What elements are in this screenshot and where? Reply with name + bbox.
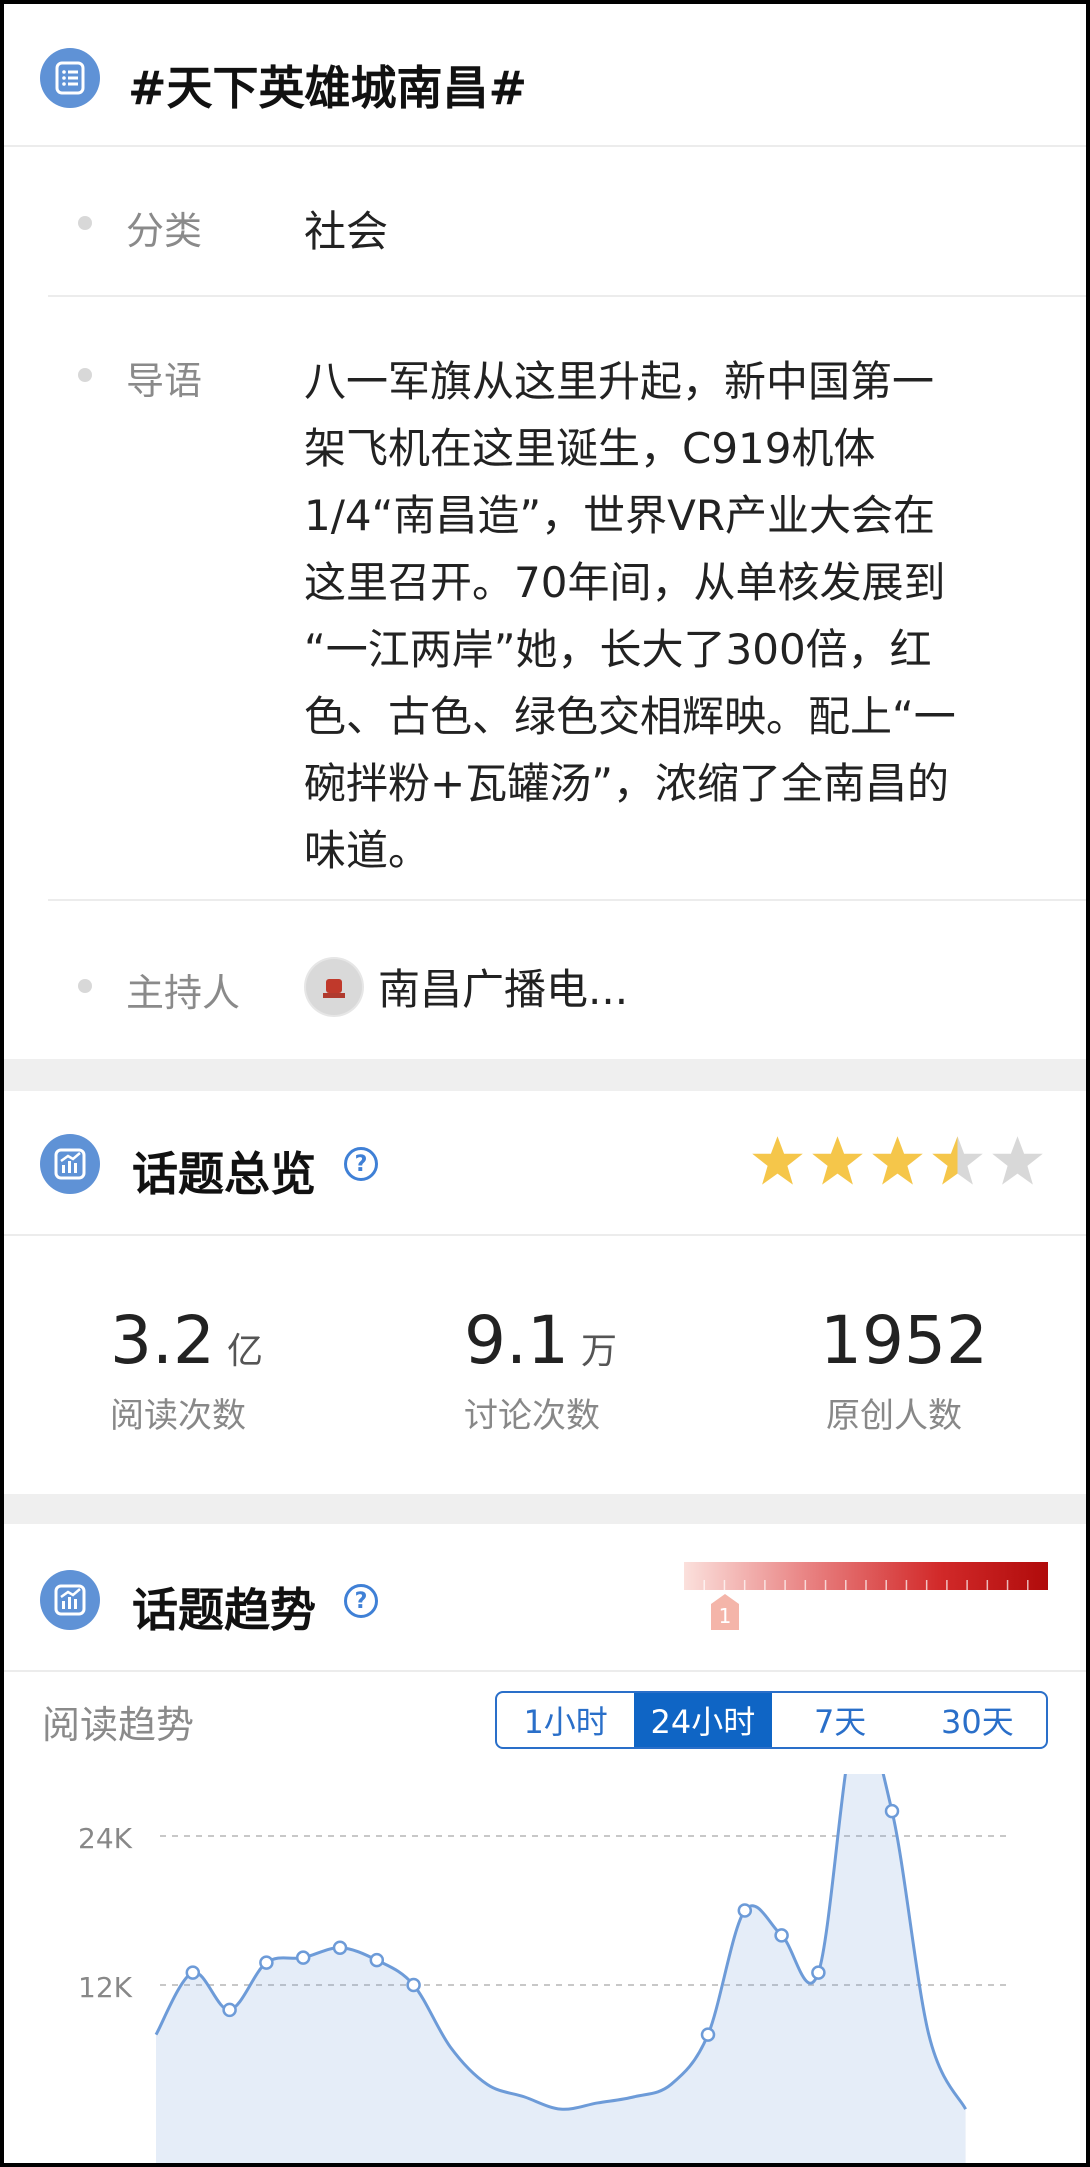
intro-line: 架飞机在这里诞生，C919机体: [304, 424, 876, 473]
read-trend-chart: 36K24K12K: [78, 1774, 1012, 2163]
data-point: [222, 2002, 237, 2018]
stat-read-label: 阅读次数: [110, 1396, 246, 1436]
topic-title: #天下英雄城南昌#: [128, 61, 528, 115]
y-tick-label: 12K: [78, 1971, 133, 2004]
heat-marker: 1: [711, 1594, 739, 1630]
divider: [48, 899, 1086, 901]
intro-line: 色、古色、绿色交相辉映。配上“一: [304, 692, 956, 741]
overview-title: 话题总览: [132, 1147, 316, 1201]
bullet: [78, 216, 92, 230]
star-icon: [812, 1136, 863, 1185]
intro-line: 这里召开。70年间，从单核发展到: [304, 558, 946, 607]
star-icon: [932, 1136, 983, 1185]
rating-stars: [750, 1134, 1045, 1189]
list-doc-icon: [40, 48, 100, 108]
time-range-tabs: 1小时 24小时 7天 30天: [495, 1691, 1048, 1749]
data-point: [884, 1803, 900, 1819]
stat-discuss-label: 讨论次数: [464, 1396, 600, 1436]
category-label: 分类: [126, 209, 203, 253]
host-name[interactable]: 南昌广播电...: [378, 956, 628, 1017]
tab-7d[interactable]: 7天: [772, 1693, 909, 1747]
data-point: [295, 1950, 311, 1965]
category-value: 社会: [304, 207, 389, 256]
stat-discuss-count: 9.1 万: [464, 1302, 617, 1379]
data-point: [700, 2027, 716, 2042]
intro-line: “一江两岸”她，长大了300倍，红: [304, 625, 932, 674]
host-label: 主持人: [126, 971, 241, 1015]
trend-title: 话题趋势: [132, 1583, 316, 1637]
star-icon: [752, 1136, 803, 1185]
intro-line: 八一军旗从这里升起，新中国第一: [304, 357, 935, 406]
read-trend-label: 阅读趋势: [42, 1703, 195, 1747]
data-point: [406, 1977, 421, 1993]
data-point: [737, 1903, 753, 1918]
host-avatar-icon: [306, 959, 362, 1015]
tab-30d[interactable]: 30天: [909, 1693, 1046, 1747]
stat-read-count: 3.2 亿: [110, 1302, 263, 1379]
bullet: [78, 979, 92, 993]
chart-stats-icon: [40, 1570, 100, 1630]
divider: [48, 295, 1086, 297]
screen: #天下英雄城南昌# 分类 社会 导语 八一军旗从这里升起，新中国第一 架飞机在这…: [4, 4, 1086, 2163]
data-point: [259, 1955, 274, 1970]
series-area: [156, 1774, 966, 2163]
data-point: [369, 1952, 385, 1968]
bullet: [78, 368, 92, 382]
intro-line: 味道。: [304, 826, 431, 875]
host-avatar[interactable]: [304, 957, 364, 1017]
intro-line: 1/4“南昌造”，世界VR产业大会在: [304, 491, 936, 540]
tab-24h[interactable]: 24小时: [634, 1693, 772, 1747]
divider: [4, 1670, 1086, 1672]
divider: [4, 1234, 1086, 1236]
data-point: [811, 1965, 826, 1980]
heat-bar: [684, 1562, 1048, 1590]
data-point: [332, 1940, 348, 1955]
help-icon[interactable]: ?: [344, 1147, 378, 1181]
chart-stats-icon: [40, 1134, 100, 1194]
section-gap: [4, 1059, 1086, 1091]
intro-text: 八一军旗从这里升起，新中国第一 架飞机在这里诞生，C919机体 1/4“南昌造”…: [304, 348, 1064, 884]
star-icon: [872, 1136, 923, 1185]
intro-line: 碗拌粉+瓦罐汤”，浓缩了全南昌的: [304, 759, 949, 808]
stat-original-count: 1952: [820, 1302, 988, 1379]
intro-label: 导语: [126, 359, 203, 403]
y-tick-label: 24K: [78, 1822, 133, 1855]
divider: [4, 145, 1086, 147]
tab-1h[interactable]: 1小时: [497, 1693, 634, 1747]
star-icon: [992, 1136, 1043, 1185]
help-icon[interactable]: ?: [344, 1584, 378, 1618]
section-gap: [4, 1494, 1086, 1524]
stat-original-label: 原创人数: [826, 1396, 962, 1436]
data-point: [774, 1928, 789, 1943]
data-point: [185, 1965, 201, 1980]
